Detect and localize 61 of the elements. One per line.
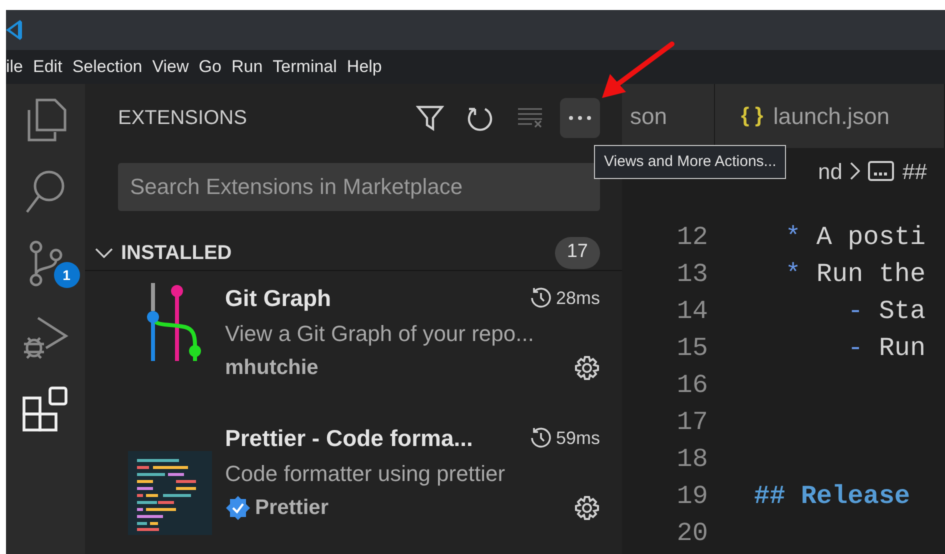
text-symbol-icon — [868, 161, 894, 181]
line-number: 19 — [676, 480, 708, 513]
code-line: * A posti — [784, 221, 926, 254]
editor-tab[interactable]: son — [622, 84, 715, 148]
line-number: 18 — [676, 443, 708, 476]
activation-time: 59ms — [556, 426, 600, 450]
menu-item[interactable]: Go — [198, 54, 222, 80]
search-field[interactable]: Search Extensions in Marketplace — [118, 163, 600, 211]
line-number: 13 — [676, 258, 708, 291]
more-actions-button[interactable] — [560, 98, 600, 138]
clear-list-icon — [516, 107, 544, 129]
count-badge: 1 — [54, 262, 80, 288]
extension-item[interactable]: Git Graph 28ms View a Git Graph of your repo... mhutchie — [85, 271, 622, 411]
filter-icon — [416, 105, 444, 131]
extension-item[interactable]: Prettier - Code forma... 59ms Code formatter using prettier Prettier — [85, 411, 622, 551]
breadcrumb-item[interactable]: nd — [818, 154, 842, 188]
extension-name: Prettier - Code forma... — [225, 424, 474, 453]
clock-icon — [530, 427, 552, 449]
extension-name: Git Graph — [225, 284, 332, 313]
tab-label: launch.json — [773, 102, 890, 131]
line-number: 17 — [676, 406, 708, 439]
menu-item[interactable]: Selection — [72, 54, 142, 80]
count-badge: 17 — [554, 236, 600, 268]
refresh-icon — [467, 105, 493, 131]
menu-item[interactable]: Edit — [33, 54, 62, 80]
code-line: - Sta — [846, 295, 926, 328]
search-icon[interactable] — [24, 168, 66, 214]
more-actions-icon — [568, 115, 592, 121]
run-debug-icon[interactable] — [22, 314, 70, 360]
extensions-icon[interactable] — [22, 386, 70, 434]
section-title: INSTALLED — [121, 240, 233, 266]
menu-item[interactable]: Help — [346, 54, 382, 80]
menu-item[interactable]: ile — [6, 54, 24, 80]
tab-label: son — [630, 102, 668, 131]
settings-icon[interactable] — [574, 355, 600, 381]
line-number: 14 — [676, 295, 708, 328]
menu-item[interactable]: Run — [231, 54, 263, 80]
line-number: 16 — [676, 369, 708, 402]
line-number: 20 — [676, 517, 708, 550]
source-control-icon[interactable] — [28, 240, 64, 288]
extension-description: Code formatter using prettier — [225, 460, 506, 488]
editor-tab[interactable]: { } launch.json — [715, 84, 945, 148]
activation-time: 28ms — [556, 286, 600, 310]
settings-icon[interactable] — [574, 495, 600, 521]
line-number: 12 — [676, 221, 708, 254]
code-line: ## Release — [754, 480, 910, 513]
extension-description: View a Git Graph of your repo... — [225, 320, 535, 348]
code-line: - Run — [846, 332, 926, 365]
publisher-name: mhutchie — [225, 355, 320, 382]
breadcrumb-item[interactable]: ## — [902, 154, 927, 188]
json-file-icon: { } — [741, 100, 764, 132]
section-header[interactable]: INSTALLED 17 — [85, 235, 622, 271]
code-line: * Run the — [784, 258, 926, 291]
menu-item[interactable]: Terminal — [272, 54, 337, 80]
publisher-name: Prettier — [255, 495, 330, 522]
tooltip: Views and More Actions... — [594, 145, 786, 179]
menu-item[interactable]: View — [152, 54, 189, 80]
clock-icon — [530, 287, 552, 309]
line-number: 15 — [676, 332, 708, 365]
sidebar-title: EXTENSIONS — [118, 106, 248, 131]
chevron-icon — [850, 162, 860, 180]
